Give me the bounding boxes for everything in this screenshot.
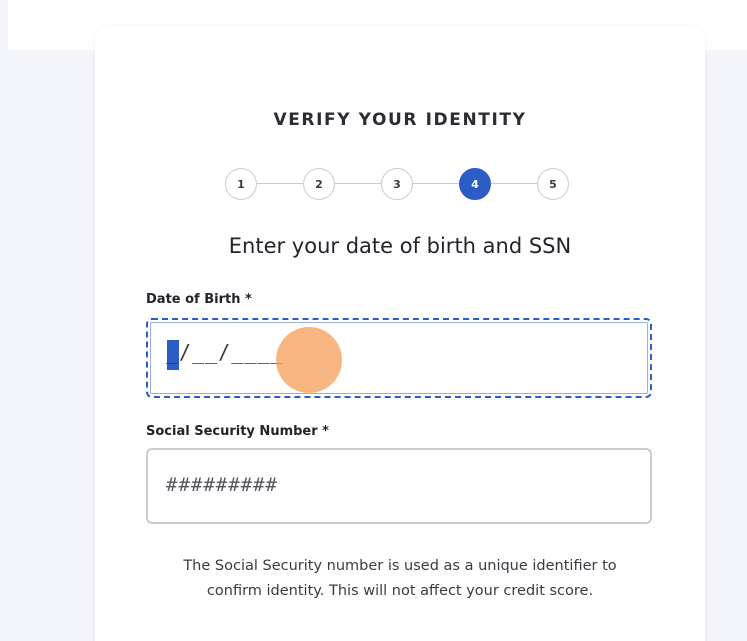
step-2: 2 xyxy=(303,168,335,200)
dob-input[interactable]: _/__/____ xyxy=(146,318,652,398)
step-1: 1 xyxy=(225,168,257,200)
stepper-connector xyxy=(413,183,459,184)
stepper-connector xyxy=(335,183,381,184)
ssn-input[interactable] xyxy=(166,474,626,496)
form-subtitle: Enter your date of birth and SSN xyxy=(228,234,572,258)
verification-card: VERIFY YOUR IDENTITY 1 2 3 4 5 Enter you… xyxy=(95,26,705,641)
stepper-connector xyxy=(257,183,303,184)
progress-stepper: 1 2 3 4 5 xyxy=(225,168,569,200)
tap-indicator xyxy=(276,327,342,393)
ssn-disclaimer: The Social Security number is used as a … xyxy=(183,558,617,599)
dob-input-value: _/__/____ xyxy=(166,340,284,364)
page-title: VERIFY YOUR IDENTITY xyxy=(273,110,527,130)
ssn-label: Social Security Number * xyxy=(146,424,329,439)
ssn-field[interactable] xyxy=(146,448,652,524)
step-3: 3 xyxy=(381,168,413,200)
step-5: 5 xyxy=(537,168,569,200)
dob-label: Date of Birth * xyxy=(146,292,252,307)
stepper-connector xyxy=(491,183,537,184)
step-4-current: 4 xyxy=(459,168,491,200)
